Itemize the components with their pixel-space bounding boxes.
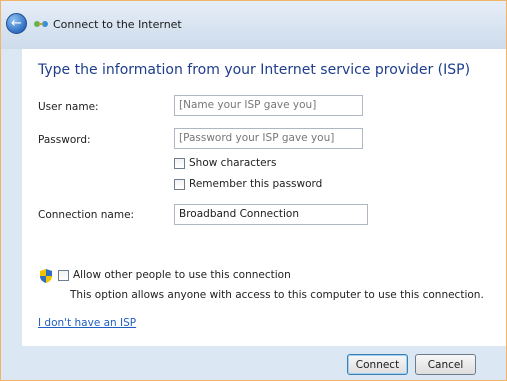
back-button[interactable]: ← (6, 13, 27, 34)
back-arrow-icon: ← (11, 16, 22, 31)
connection-name-field[interactable]: Broadband Connection (174, 204, 368, 225)
username-field[interactable]: [Name your ISP gave you] (174, 95, 363, 116)
page-heading: Type the information from your Internet … (38, 62, 471, 78)
password-field[interactable]: [Password your ISP gave you] (174, 128, 363, 149)
wizard-window: ← Connect to the Internet Type the infor… (0, 0, 507, 381)
title-bar: ← Connect to the Internet (1, 1, 506, 49)
content-panel: Type the information from your Internet … (22, 49, 506, 346)
cancel-button[interactable]: Cancel (415, 354, 476, 375)
remember-password-option[interactable]: Remember this password (174, 178, 322, 190)
allow-others-checkbox[interactable] (58, 269, 69, 281)
show-characters-option[interactable]: Show characters (174, 157, 276, 169)
show-characters-label: Show characters (189, 157, 277, 169)
allow-others-description: This option allows anyone with access to… (70, 289, 484, 301)
button-bar: Connect Cancel (1, 346, 506, 380)
show-characters-checkbox[interactable] (174, 157, 185, 169)
remember-password-label: Remember this password (189, 178, 323, 190)
allow-others-label: Allow other people to use this connectio… (73, 269, 291, 281)
network-icon (34, 21, 48, 27)
remember-password-checkbox[interactable] (174, 178, 185, 190)
connect-button[interactable]: Connect (347, 354, 408, 375)
window-title: Connect to the Internet (53, 18, 182, 31)
no-isp-link[interactable]: I don't have an ISP (38, 317, 136, 329)
password-label: Password: (38, 134, 91, 146)
uac-shield-icon (40, 269, 52, 283)
allow-others-option[interactable]: Allow other people to use this connectio… (58, 269, 291, 281)
username-label: User name: (38, 101, 99, 113)
connection-name-label: Connection name: (38, 209, 135, 221)
